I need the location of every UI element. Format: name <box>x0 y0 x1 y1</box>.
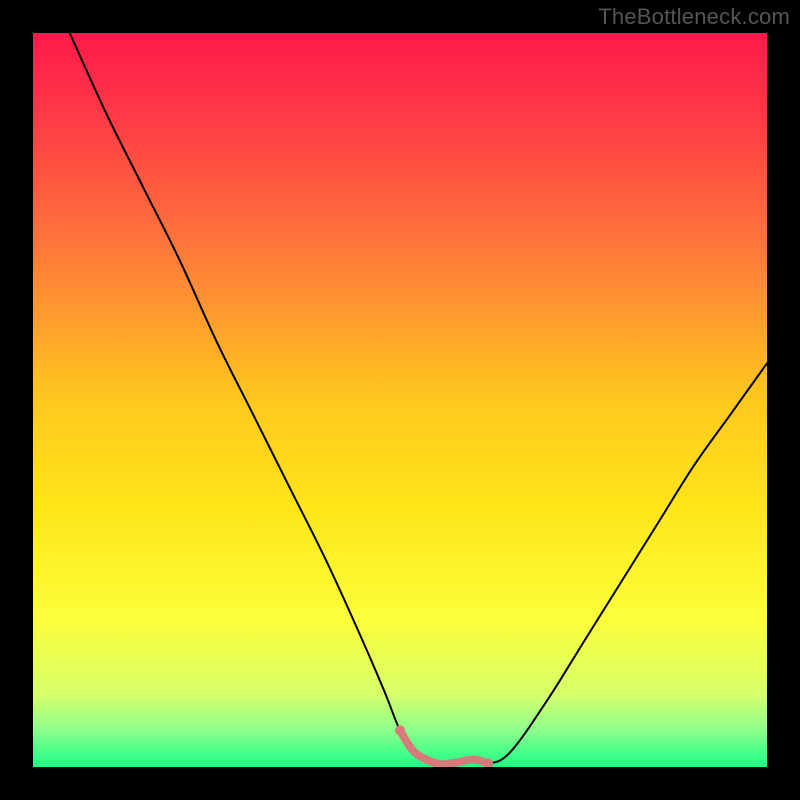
plot-area <box>33 33 767 767</box>
chart-canvas: TheBottleneck.com <box>0 0 800 800</box>
watermark-text: TheBottleneck.com <box>598 4 790 30</box>
chart-background <box>33 33 767 767</box>
highlight-dot <box>395 725 405 735</box>
chart-svg <box>33 33 767 767</box>
